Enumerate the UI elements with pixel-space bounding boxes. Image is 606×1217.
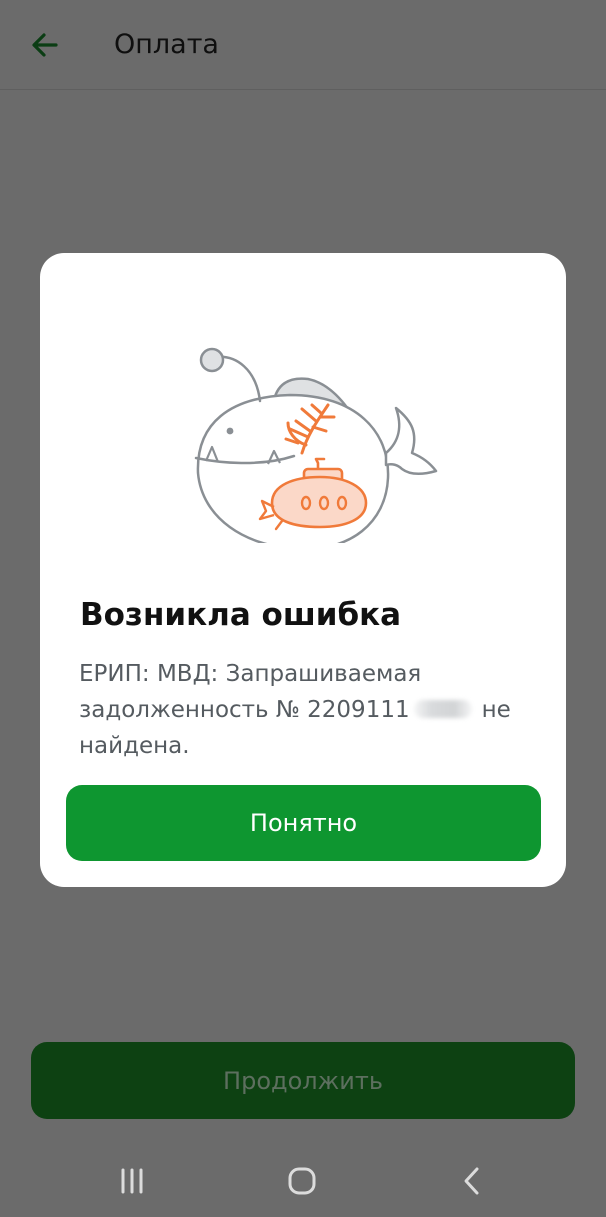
- system-back-button[interactable]: [452, 1161, 492, 1201]
- ok-button-label: Понятно: [249, 809, 358, 837]
- app-bar: Оплата: [0, 0, 606, 90]
- page-title: Оплата: [114, 29, 219, 60]
- ok-button[interactable]: Понятно: [66, 785, 541, 861]
- back-chevron-icon: [464, 1167, 479, 1195]
- message-text: ЕРИП: МВД: Запрашиваемая задолженность №…: [79, 661, 422, 723]
- arrow-left-icon: [32, 33, 58, 57]
- home-button[interactable]: [282, 1161, 322, 1201]
- recents-icon: [121, 1168, 143, 1194]
- redacted-number: [413, 699, 472, 718]
- recents-button[interactable]: [112, 1161, 152, 1201]
- back-button[interactable]: [22, 22, 68, 68]
- dialog-title: Возникла ошибка: [80, 597, 402, 633]
- error-dialog: Возникла ошибка ЕРИП: МВД: Запрашиваемая…: [40, 253, 566, 887]
- continue-button[interactable]: Продолжить: [31, 1042, 575, 1119]
- continue-button-label: Продолжить: [223, 1066, 383, 1095]
- anglerfish-illustration: [194, 347, 438, 543]
- dialog-message: ЕРИП: МВД: Запрашиваемая задолженность №…: [79, 656, 529, 764]
- home-icon: [288, 1167, 316, 1195]
- system-navigation-bar: [0, 1141, 606, 1217]
